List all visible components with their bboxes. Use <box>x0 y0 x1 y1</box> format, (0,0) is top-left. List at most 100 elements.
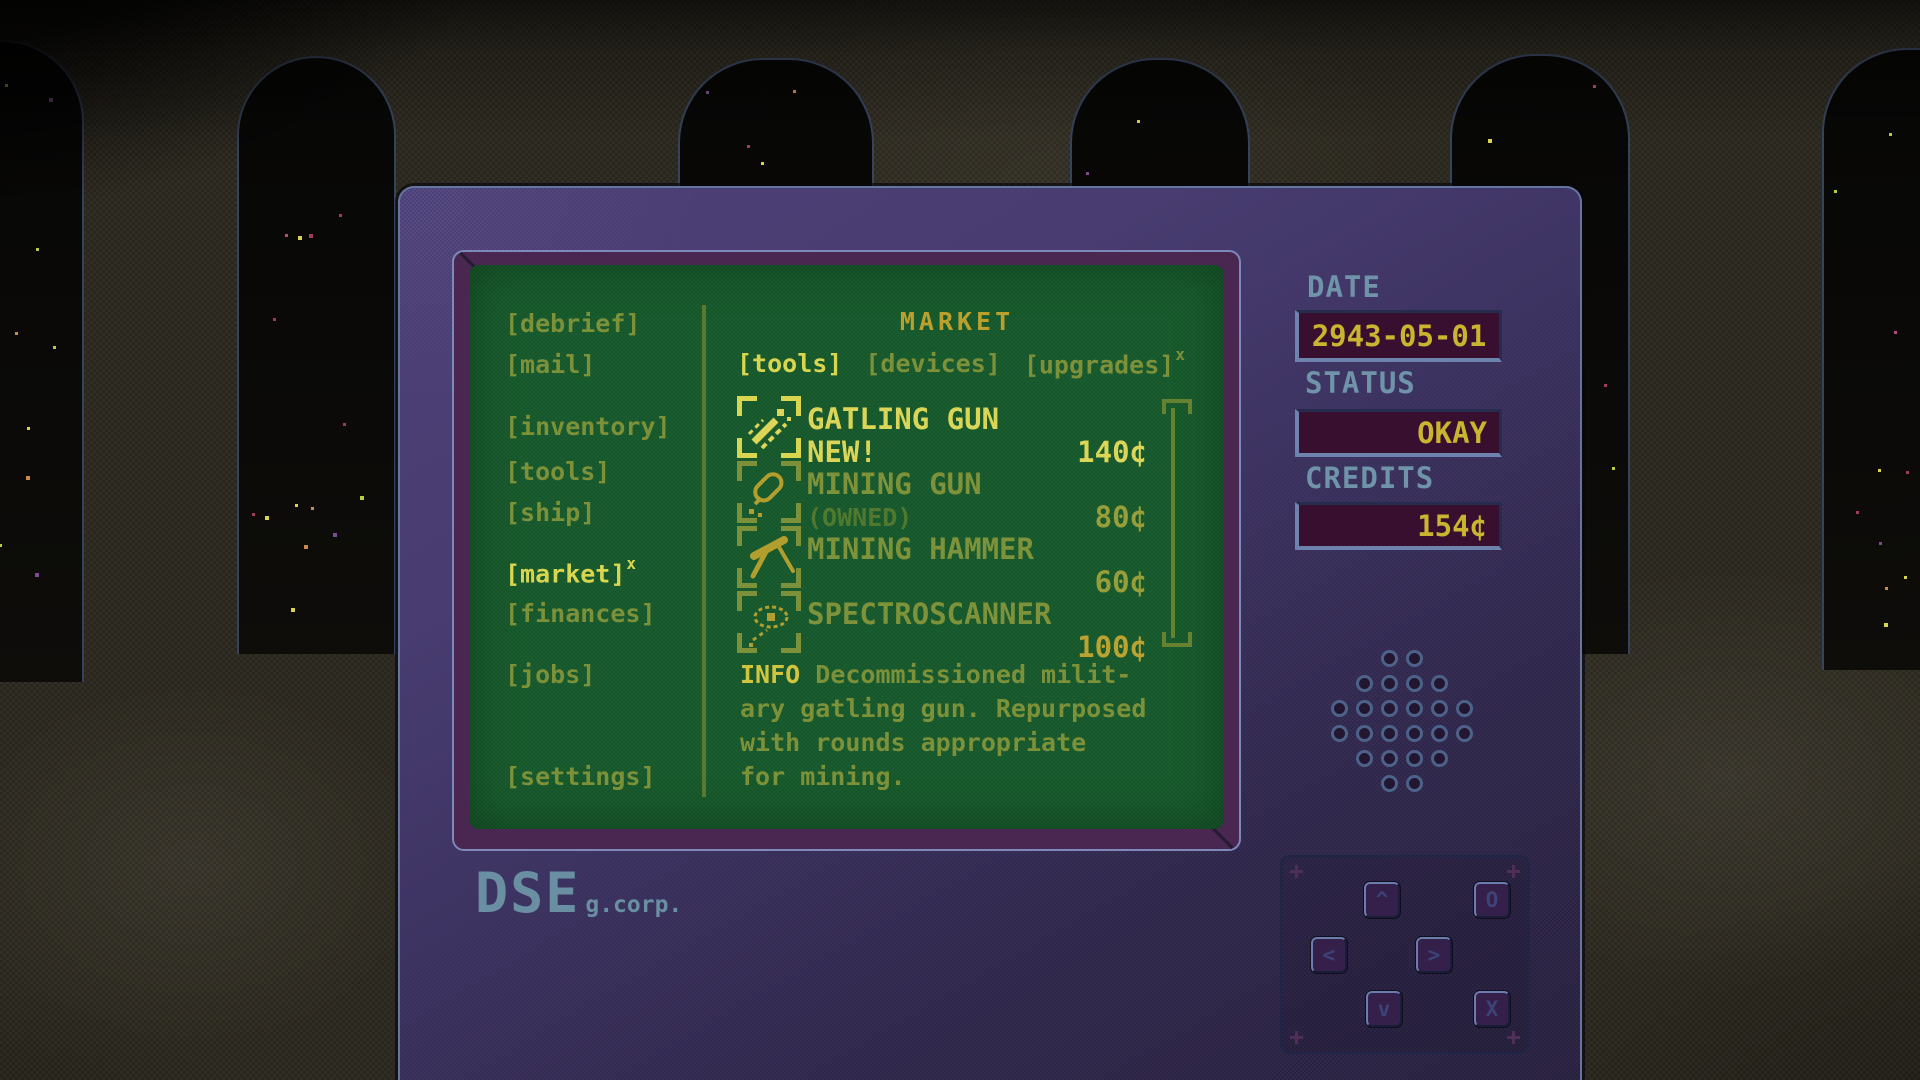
star <box>706 91 709 94</box>
speaker-dot <box>1456 700 1473 717</box>
star <box>793 90 796 93</box>
info-label: INFO <box>740 660 800 689</box>
star <box>1906 471 1909 474</box>
cave-arch <box>1822 48 1920 670</box>
brand-logo: DSE g.corp. <box>475 868 682 918</box>
star <box>333 533 337 537</box>
star <box>1889 133 1892 136</box>
star <box>1593 85 1596 88</box>
date-display: 2943-05-01 <box>1295 310 1502 362</box>
market-tabs: [tools] [devices] [upgrades]x <box>737 349 1184 379</box>
tab-tools[interactable]: [tools] <box>737 349 842 379</box>
star <box>1137 120 1140 123</box>
star <box>1894 331 1897 334</box>
circle-icon: O <box>1486 888 1499 912</box>
left-button[interactable]: < <box>1311 937 1347 973</box>
list-item-mining-hammer[interactable]: MINING HAMMER 60¢ <box>737 530 1147 594</box>
star <box>309 234 313 238</box>
gatling-gun-icon <box>737 396 801 458</box>
star <box>15 332 18 335</box>
star <box>1878 469 1881 472</box>
star <box>1488 139 1492 143</box>
cave-arch <box>0 40 84 682</box>
screen-bezel: [debrief] [mail] [inventory] [tools] [sh… <box>452 250 1241 851</box>
sidebar-item-debrief[interactable]: [debrief] <box>505 309 640 338</box>
star <box>265 516 269 520</box>
left-arrow-icon: < <box>1323 943 1336 967</box>
speaker-dot <box>1356 700 1373 717</box>
speaker-grille <box>1302 646 1502 796</box>
right-arrow-icon: > <box>1428 943 1441 967</box>
sidebar-item-settings[interactable]: [settings] <box>505 762 656 791</box>
star <box>747 145 750 148</box>
mining-hammer-icon <box>737 526 801 588</box>
speaker-dot <box>1381 650 1398 667</box>
tab-devices[interactable]: [devices] <box>865 349 1000 379</box>
right-button[interactable]: > <box>1416 937 1452 973</box>
list-item-spectroscanner[interactable]: SPECTROSCANNER 100¢ <box>737 595 1147 659</box>
star <box>295 504 298 507</box>
sidebar-divider <box>702 305 706 797</box>
sidebar-item-mail[interactable]: [mail] <box>505 350 595 379</box>
speaker-dot <box>1381 725 1398 742</box>
star <box>1604 384 1607 387</box>
star <box>291 608 295 612</box>
list-item-gatling-gun[interactable]: GATLING GUN NEW! 140¢ <box>737 400 1147 464</box>
sidebar-item-ship[interactable]: [ship] <box>505 498 595 527</box>
crt-screen: [debrief] [mail] [inventory] [tools] [sh… <box>469 265 1224 829</box>
speaker-row <box>1327 696 1477 721</box>
sidebar-item-inventory[interactable]: [inventory] <box>505 412 671 441</box>
list-item-mining-gun[interactable]: MINING GUN (OWNED) 80¢ <box>737 465 1147 529</box>
tab-upgrades[interactable]: [upgrades]x <box>1024 349 1184 379</box>
price: 80¢ <box>1095 500 1147 534</box>
cave-arch <box>237 56 396 654</box>
scrollbar-track <box>1171 408 1175 638</box>
speaker-row <box>1327 721 1477 746</box>
speaker-dot <box>1406 750 1423 767</box>
star <box>35 573 39 577</box>
sidebar-item-tools[interactable]: [tools] <box>505 457 610 486</box>
speaker-dot <box>1406 650 1423 667</box>
up-button[interactable]: ^ <box>1364 882 1400 918</box>
cross-icon: X <box>1486 997 1499 1021</box>
star <box>1612 467 1615 470</box>
star <box>1856 511 1859 514</box>
speaker-dot <box>1431 700 1448 717</box>
speaker-dot <box>1406 725 1423 742</box>
speaker-row <box>1377 771 1427 796</box>
speaker-dot <box>1406 675 1423 692</box>
sidebar-item-jobs[interactable]: [jobs] <box>505 660 595 689</box>
status-label: STATUS <box>1305 366 1416 400</box>
screw-mark <box>1507 1031 1520 1044</box>
cross-button[interactable]: X <box>1474 991 1510 1027</box>
status-display: OKAY <box>1295 409 1502 457</box>
screw-mark <box>1290 865 1303 878</box>
scrollbar-bottom-cap <box>1162 632 1192 647</box>
speaker-dot <box>1331 700 1348 717</box>
star <box>1879 542 1882 545</box>
terminal-console: [debrief] [mail] [inventory] [tools] [sh… <box>398 186 1582 1080</box>
up-arrow-icon: ^ <box>1376 888 1389 912</box>
star <box>339 214 342 217</box>
credits-display: 154¢ <box>1295 502 1502 550</box>
star <box>252 513 255 516</box>
star <box>343 423 346 426</box>
notification-sup: x <box>1175 345 1185 364</box>
speaker-dot <box>1356 725 1373 742</box>
notification-sup: x <box>626 554 636 573</box>
circle-button[interactable]: O <box>1474 882 1510 918</box>
speaker-dot <box>1356 675 1373 692</box>
sidebar-item-market[interactable]: [market]x <box>505 558 635 588</box>
speaker-dot <box>1406 775 1423 792</box>
credits-label: CREDITS <box>1305 461 1434 495</box>
scrollbar[interactable] <box>1162 399 1184 647</box>
speaker-dot <box>1381 775 1398 792</box>
speaker-dot <box>1356 750 1373 767</box>
star <box>1885 587 1888 590</box>
speaker-dot <box>1381 700 1398 717</box>
sidebar-item-finances[interactable]: [finances] <box>505 599 656 628</box>
down-button[interactable]: v <box>1366 991 1402 1027</box>
speaker-dot <box>1381 750 1398 767</box>
screw-mark <box>1507 865 1520 878</box>
star <box>1904 576 1907 579</box>
